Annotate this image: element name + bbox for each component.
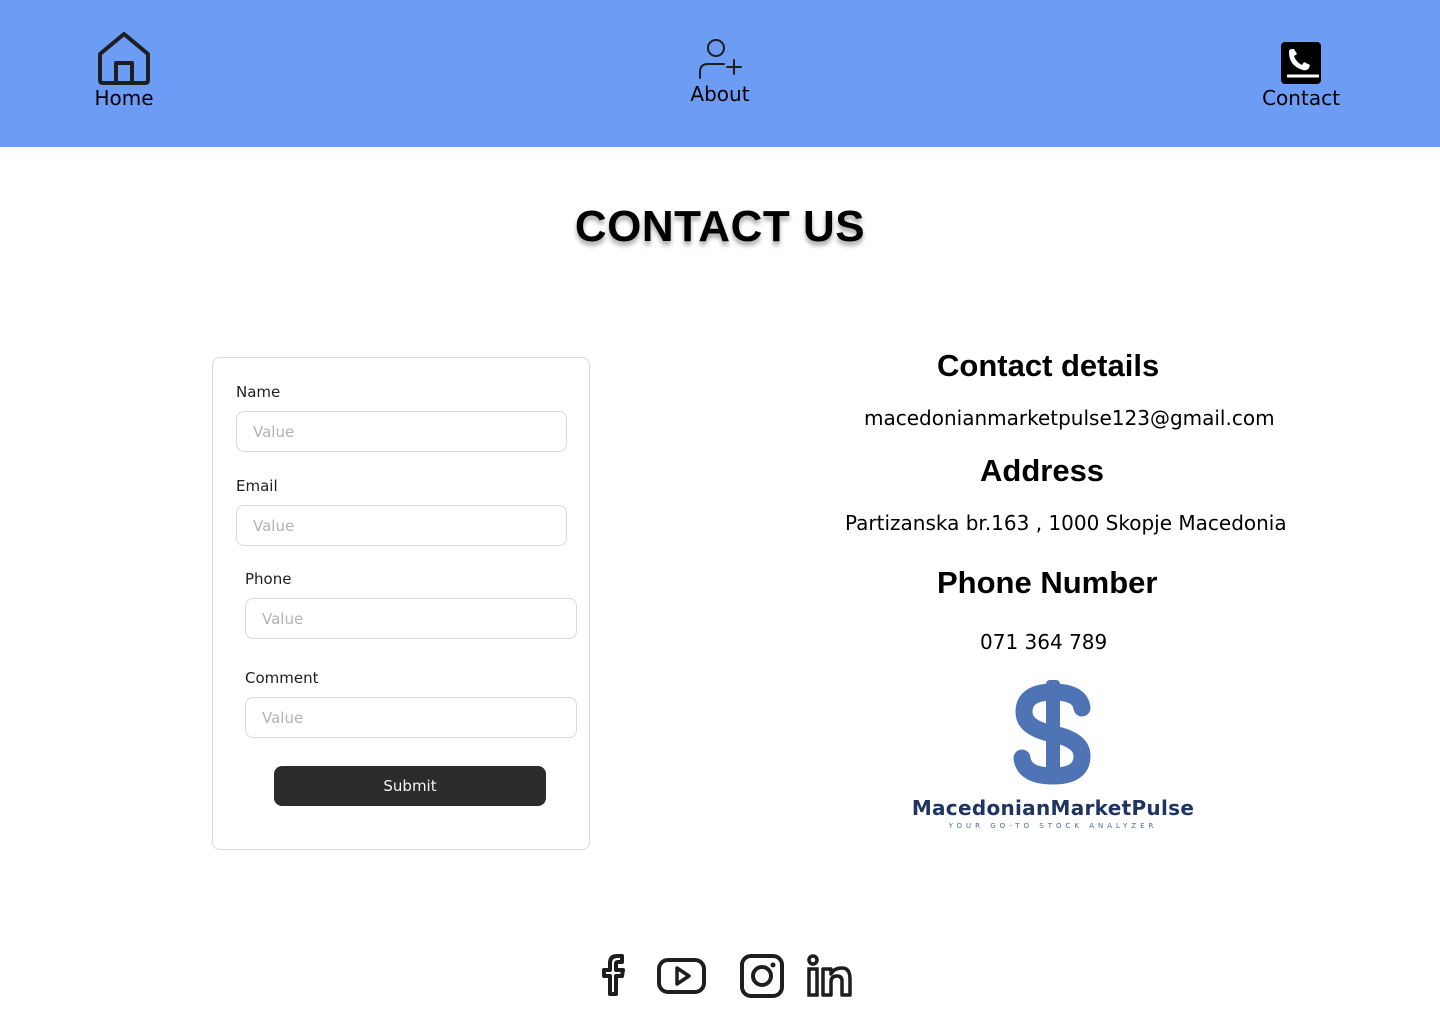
nav-home[interactable]: Home	[88, 30, 160, 110]
linkedin-icon[interactable]	[804, 950, 856, 1002]
contact-form: Name Email Phone Comment Submit	[212, 357, 590, 850]
phone-input[interactable]	[245, 598, 577, 639]
phone-label: Phone	[245, 570, 292, 588]
top-navbar: Home About Contact	[0, 0, 1440, 147]
nav-home-label: Home	[94, 86, 154, 110]
brand-name: MacedonianMarketPulse	[911, 796, 1195, 820]
contact-phone: 071 364 789	[980, 630, 1108, 654]
phone-book-icon	[1281, 42, 1321, 84]
comment-label: Comment	[245, 669, 319, 687]
page-title: CONTACT US	[574, 202, 866, 251]
instagram-icon[interactable]	[738, 950, 786, 1002]
facebook-icon[interactable]	[598, 950, 634, 998]
home-icon	[98, 32, 150, 85]
email-label: Email	[236, 477, 278, 495]
email-input[interactable]	[236, 505, 567, 546]
youtube-icon[interactable]	[656, 950, 708, 998]
brand-tagline: YOUR GO-TO STOCK ANALYZER	[948, 822, 1158, 830]
nav-about-label: About	[690, 82, 750, 106]
nav-contact[interactable]: Contact	[1256, 40, 1346, 110]
submit-button[interactable]: Submit	[274, 766, 546, 806]
phone-heading: Phone Number	[937, 565, 1158, 600]
nav-about[interactable]: About	[680, 36, 760, 106]
brand-logo: MacedonianMarketPulse YOUR GO-TO STOCK A…	[910, 678, 1200, 838]
contact-email: macedonianmarketpulse123@gmail.com	[864, 406, 1275, 430]
name-label: Name	[236, 383, 281, 401]
contact-address: Partizanska br.163 , 1000 Skopje Macedon…	[845, 511, 1287, 535]
comment-input[interactable]	[245, 697, 577, 738]
contact-details-heading: Contact details	[937, 348, 1160, 383]
name-input[interactable]	[236, 411, 567, 452]
nav-contact-label: Contact	[1262, 86, 1340, 110]
add-user-icon	[699, 39, 742, 79]
address-heading: Address	[980, 453, 1105, 488]
social-links	[594, 950, 864, 1006]
dollar-sign-icon	[1013, 680, 1091, 785]
